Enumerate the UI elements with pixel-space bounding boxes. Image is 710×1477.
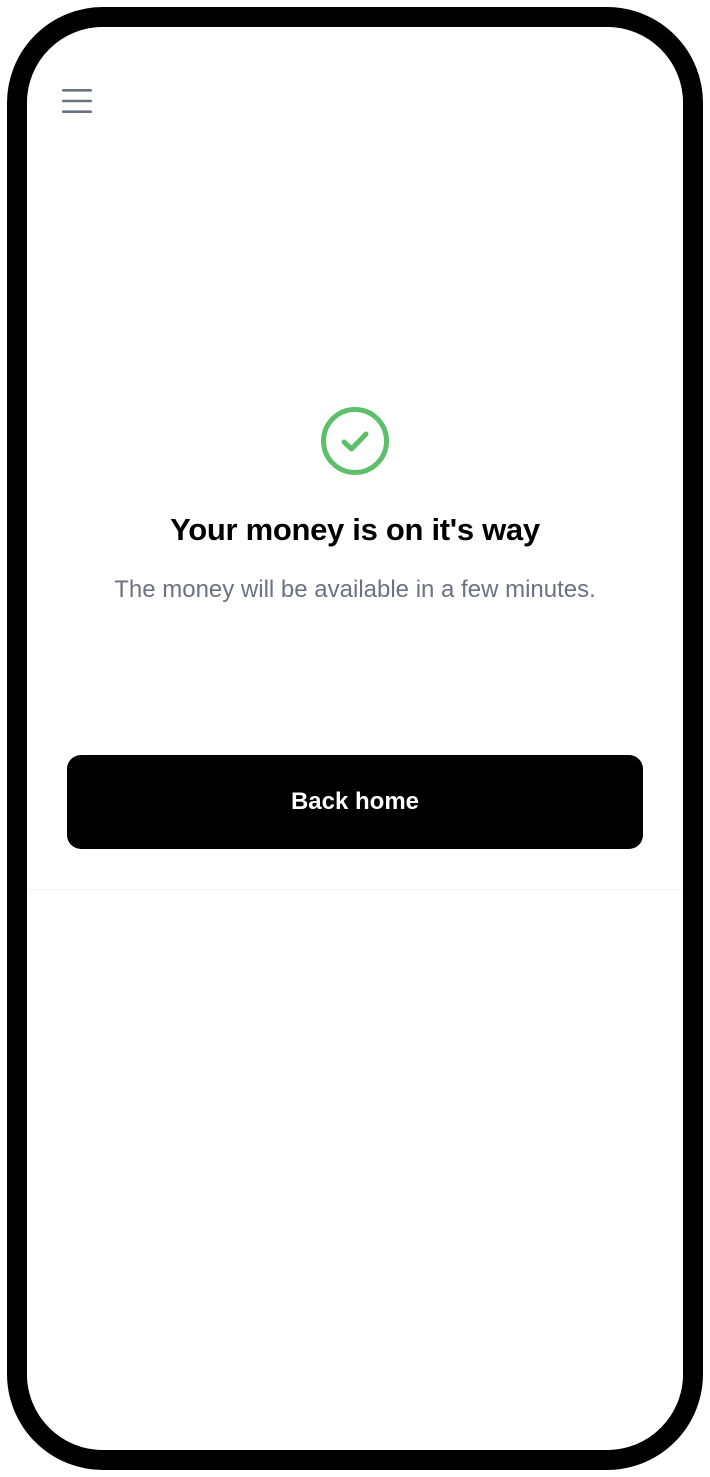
check-circle-icon [319, 405, 391, 477]
divider [27, 889, 683, 890]
confirmation-subtitle: The money will be available in a few min… [114, 576, 596, 603]
app-screen: Your money is on it's way The money will… [27, 27, 683, 1450]
back-home-button[interactable]: Back home [67, 755, 643, 849]
confirmation-title: Your money is on it's way [170, 512, 540, 547]
menu-button[interactable] [59, 85, 95, 121]
hamburger-menu-icon [61, 88, 93, 119]
phone-frame: Your money is on it's way The money will… [7, 7, 703, 1470]
